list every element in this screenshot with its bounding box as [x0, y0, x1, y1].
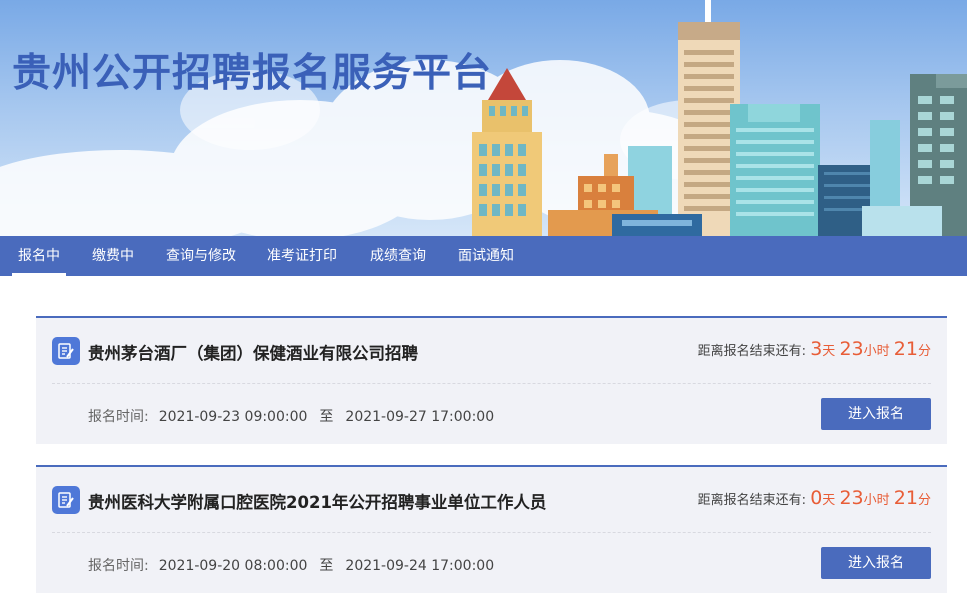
recruitment-card: 贵州医科大学附属口腔医院2021年公开招聘事业单位工作人员 距离报名结束还有: …: [36, 465, 947, 593]
recruitment-title[interactable]: 贵州医科大学附属口腔医院2021年公开招聘事业单位工作人员: [88, 489, 546, 513]
edit-form-icon: [52, 486, 80, 514]
period-label: 报名时间:: [88, 409, 149, 425]
countdown-hours: 23: [839, 487, 864, 509]
period-to: 至: [319, 558, 334, 574]
header-banner: 贵州公开招聘报名服务平台: [0, 0, 967, 236]
period-start: 2021-09-20 08:00:00: [158, 558, 308, 574]
recruitment-card: 贵州茅台酒厂（集团）保健酒业有限公司招聘 距离报名结束还有: 3天 23小时 2…: [36, 316, 947, 444]
countdown-minute-unit: 分: [917, 493, 931, 508]
card-divider: [52, 532, 931, 533]
period-start: 2021-09-23 09:00:00: [158, 409, 308, 425]
tab-admission-ticket-print[interactable]: 准考证打印: [267, 236, 337, 276]
registration-period: 报名时间: 2021-09-23 09:00:00 至 2021-09-27 17:0…: [88, 406, 494, 426]
card-divider: [52, 383, 931, 384]
period-label: 报名时间:: [88, 558, 149, 574]
countdown-day-unit: 天: [822, 493, 836, 508]
site-title: 贵州公开招聘报名服务平台: [12, 51, 493, 96]
countdown-hour-unit: 小时: [863, 344, 890, 359]
period-to: 至: [319, 409, 334, 425]
period-end: 2021-09-27 17:00:00: [345, 409, 495, 425]
countdown-label: 距离报名结束还有:: [697, 493, 807, 508]
countdown-hour-unit: 小时: [863, 493, 890, 508]
tab-registering[interactable]: 报名中: [12, 236, 66, 276]
registration-countdown: 距离报名结束还有: 0天 23小时 21分: [698, 487, 931, 509]
tab-query-modify[interactable]: 查询与修改: [166, 236, 236, 276]
enter-registration-button[interactable]: 进入报名: [821, 398, 931, 430]
edit-form-icon: [52, 337, 80, 365]
main-nav: 报名中 缴费中 查询与修改 准考证打印 成绩查询 面试通知: [0, 236, 967, 276]
countdown-hours: 23: [839, 338, 864, 360]
countdown-label: 距离报名结束还有:: [697, 344, 807, 359]
recruitment-title[interactable]: 贵州茅台酒厂（集团）保健酒业有限公司招聘: [88, 340, 418, 364]
countdown-days: 3: [810, 338, 823, 360]
period-end: 2021-09-24 17:00:00: [345, 558, 495, 574]
registration-period: 报名时间: 2021-09-20 08:00:00 至 2021-09-24 17:0…: [88, 555, 494, 575]
countdown-minutes: 21: [893, 487, 918, 509]
city-skyline-illustration: [0, 0, 967, 236]
countdown-day-unit: 天: [822, 344, 836, 359]
tab-interview-notice[interactable]: 面试通知: [458, 236, 514, 276]
countdown-minutes: 21: [893, 338, 918, 360]
registration-countdown: 距离报名结束还有: 3天 23小时 21分: [698, 338, 931, 360]
tab-score-query[interactable]: 成绩查询: [370, 236, 426, 276]
enter-registration-button[interactable]: 进入报名: [821, 547, 931, 579]
tab-payment[interactable]: 缴费中: [92, 236, 134, 276]
countdown-minute-unit: 分: [917, 344, 931, 359]
countdown-days: 0: [810, 487, 823, 509]
